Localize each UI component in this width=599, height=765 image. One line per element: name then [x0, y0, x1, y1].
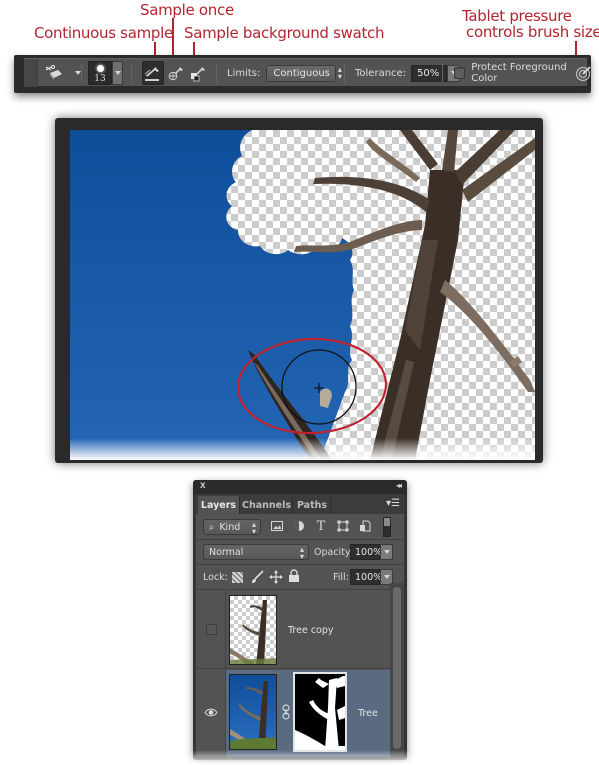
eyedropper-once-icon: [168, 67, 183, 81]
opacity-input[interactable]: 100%: [350, 544, 382, 560]
brush-preset-dropdown[interactable]: [112, 61, 123, 85]
blend-row: Normal ▴ ▾ Opacity: 100%: [196, 540, 404, 565]
tool-preset-picker[interactable]: [44, 59, 81, 87]
tree-branch: [294, 220, 422, 253]
callout-tablet-pressure-line1: Tablet pressure: [462, 7, 572, 25]
brush-preset-picker[interactable]: 13: [88, 61, 112, 85]
search-icon: ⌕: [209, 521, 215, 533]
type-layer-filter-icon[interactable]: T: [314, 519, 328, 534]
smart-object-filter-icon[interactable]: [358, 519, 372, 533]
collapse-icon[interactable]: ◂◂: [396, 481, 402, 490]
panel-fade: [185, 750, 415, 765]
protect-foreground-group: Protect Foreground Color: [454, 59, 587, 87]
fill-label: Fill:: [333, 572, 349, 583]
divider: [81, 64, 82, 82]
brush-size-value: 13: [94, 74, 106, 84]
tab-paths[interactable]: Paths: [294, 496, 331, 514]
panel-header[interactable]: x ◂◂: [193, 480, 407, 494]
blend-mode-select[interactable]: Normal ▴ ▾: [203, 544, 309, 561]
opacity-dropdown[interactable]: [380, 544, 393, 560]
tablet-pressure-icon: [575, 66, 591, 82]
visibility-off-icon: [206, 624, 217, 635]
limits-value: Contiguous: [273, 67, 330, 79]
filter-toggle-switch[interactable]: [383, 517, 391, 537]
limits-select[interactable]: Contiguous ▴ ▾: [266, 64, 342, 82]
divider: [216, 64, 217, 82]
tree-branch: [400, 130, 438, 170]
lock-row: Lock: Fill: 100%: [196, 565, 404, 590]
options-bar: 13 Limits: Contiguous ▴ ▾ Tolerance: 50%…: [14, 55, 591, 93]
eyedropper-continuous-icon: [144, 67, 159, 81]
protect-foreground-label: Protect Foreground Color: [471, 62, 567, 84]
scrollbar-thumb[interactable]: [393, 587, 401, 749]
layer-name[interactable]: Tree copy: [288, 625, 334, 636]
blend-mode-value: Normal: [209, 546, 244, 558]
updown-arrows-icon: ▴ ▾: [251, 520, 256, 536]
tolerance-label: Tolerance:: [355, 67, 407, 79]
lock-all-icon[interactable]: [288, 569, 300, 583]
callout-tablet-pressure-line2: controls brush size: [466, 23, 599, 41]
lock-image-pixels-icon[interactable]: [250, 570, 264, 584]
layers-scrollbar[interactable]: [390, 583, 404, 757]
filter-kind-select[interactable]: ⌕ Kind ▴ ▾: [203, 519, 261, 536]
sampling-background-swatch-button[interactable]: [187, 61, 209, 85]
filter-row: ⌕ Kind ▴ ▾ T: [196, 514, 404, 540]
panel-tabs: Layers Channels Paths ▾☰: [196, 494, 404, 514]
lock-label: Lock:: [203, 572, 228, 583]
layer-mask-thumbnail[interactable]: [293, 672, 347, 752]
layer-visibility-toggle[interactable]: [196, 670, 226, 757]
tab-layers[interactable]: Layers: [198, 496, 240, 514]
pixel-layer-filter-icon[interactable]: [270, 519, 284, 533]
sampling-once-button[interactable]: [165, 61, 187, 85]
close-icon[interactable]: x: [200, 480, 206, 491]
options-bar-grip[interactable]: [24, 59, 38, 87]
layer-thumbnail: [229, 674, 277, 750]
brush-tip-icon: [97, 65, 104, 72]
divider: [442, 64, 443, 82]
limits-label: Limits:: [227, 67, 261, 79]
divider: [344, 64, 345, 82]
eyedropper-swatch-icon: [191, 67, 205, 82]
eye-icon: [204, 708, 218, 717]
layers-panel: x ◂◂ Layers Channels Paths ▾☰ ⌕ Kind ▴ ▾ …: [193, 480, 407, 760]
callout-continuous-sample: Continuous sample: [34, 24, 173, 42]
chevron-down-icon: [383, 550, 390, 554]
panel-body: ⌕ Kind ▴ ▾ T Normal ▴ ▾ Opacity: 100% Lo…: [196, 514, 404, 757]
updown-arrows-icon: ▴ ▾: [299, 545, 304, 561]
sky-region: [70, 130, 354, 460]
layer-row-tree-copy[interactable]: Tree copy: [196, 591, 390, 669]
layer-name[interactable]: Tree: [358, 708, 378, 719]
limits-group: Limits: Contiguous ▴ ▾: [227, 59, 342, 87]
document-canvas[interactable]: [70, 130, 535, 460]
lock-position-icon[interactable]: [269, 570, 283, 584]
updown-arrows-icon: ▴ ▾: [337, 65, 342, 81]
callout-sample-once: Sample once: [140, 1, 234, 19]
callout-sample-background-swatch: Sample background swatch: [184, 24, 385, 42]
panel-menu-icon[interactable]: ▾☰: [386, 498, 400, 509]
tab-channels[interactable]: Channels: [241, 496, 293, 514]
adjustment-layer-filter-icon[interactable]: [292, 519, 306, 533]
chevron-down-icon: [114, 71, 121, 75]
layer-row-tree[interactable]: Tree: [196, 670, 390, 757]
background-eraser-icon: [45, 65, 62, 80]
shape-layer-filter-icon[interactable]: [336, 519, 350, 533]
lock-transparent-pixels-icon[interactable]: [232, 572, 243, 583]
divider: [131, 64, 132, 82]
tree-branch: [313, 176, 430, 212]
layer-thumbnail: [229, 595, 277, 665]
sampling-continuous-button[interactable]: [142, 61, 164, 85]
tree-branch: [440, 280, 535, 392]
opacity-label: Opacity:: [314, 547, 354, 558]
tree-branch: [442, 130, 458, 172]
canvas-fade: [70, 438, 535, 460]
filter-kind-value: Kind: [219, 521, 241, 533]
tolerance-group: Tolerance: 50%: [355, 59, 461, 87]
canvas-image: [70, 130, 535, 460]
chevron-down-icon: [383, 575, 390, 579]
tablet-pressure-button[interactable]: [575, 59, 593, 87]
link-icon[interactable]: [282, 704, 290, 720]
fill-input[interactable]: 100%: [350, 569, 382, 585]
layer-visibility-toggle[interactable]: [196, 591, 226, 668]
protect-foreground-checkbox[interactable]: [454, 67, 466, 79]
